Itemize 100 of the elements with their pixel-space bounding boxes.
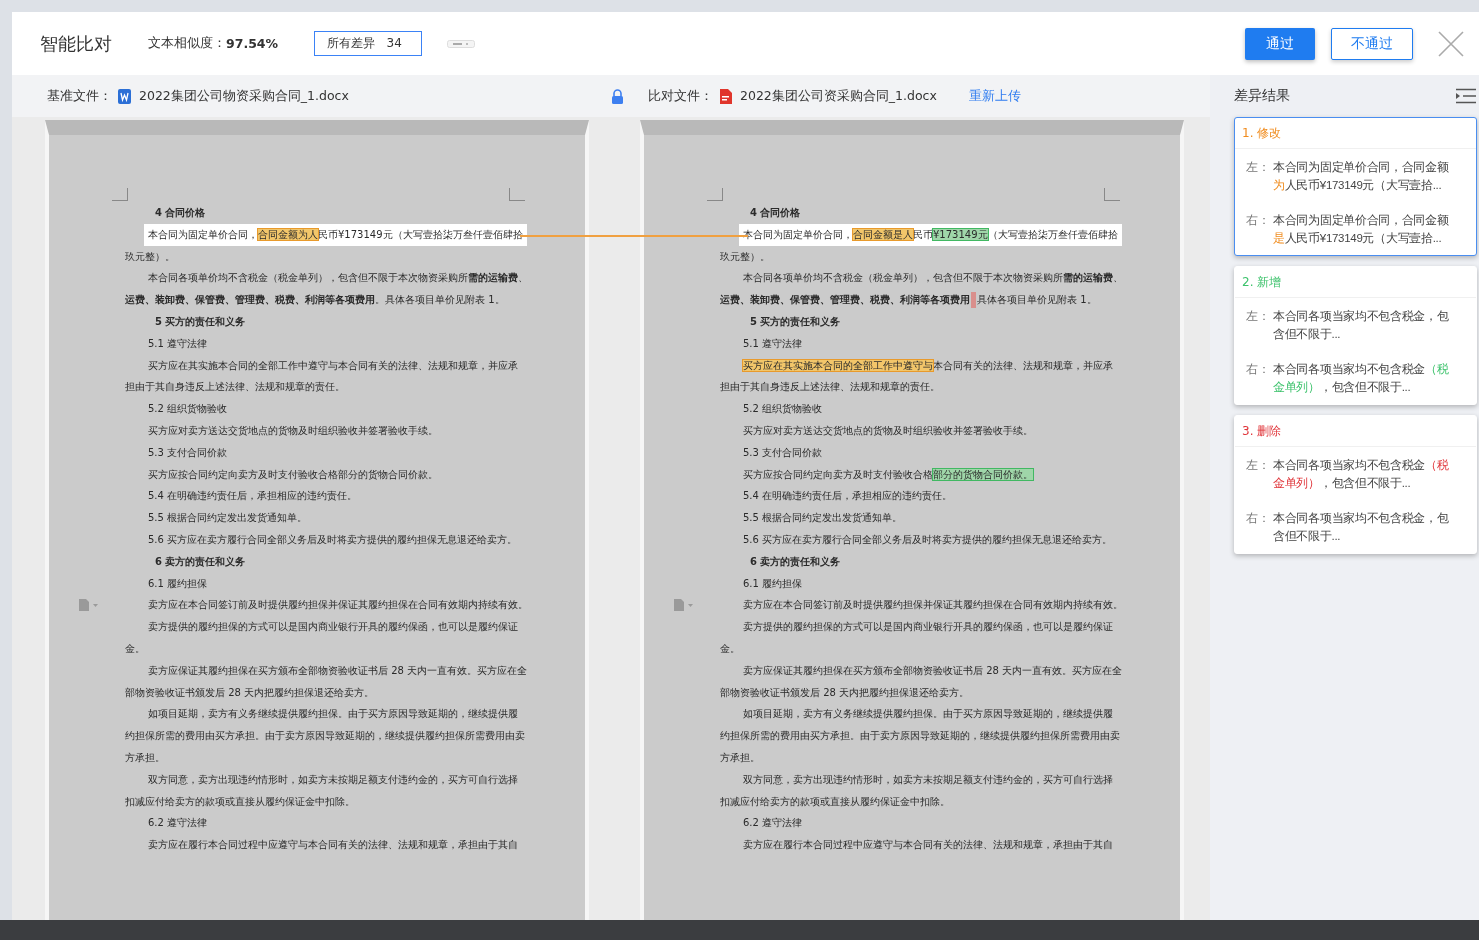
document-text: 5.2 组织货物验收 bbox=[148, 403, 228, 415]
document-text: 5.3 支付合同价款 bbox=[148, 446, 228, 458]
difference-text: 本合同各项当家均不包含税金（税金单列），包含但不限于... bbox=[1273, 362, 1449, 395]
reupload-link[interactable]: 重新上传 bbox=[968, 87, 1021, 105]
document-text: 5.3 支付合同价款 bbox=[743, 446, 823, 458]
diff-highlight: 买方应在其实施本合同的全部工作中遵守与 bbox=[743, 359, 933, 371]
document-text: 双方同意，卖方出现违约情形时，如卖方未按期足额支付违约金的，买方可自行选择 bbox=[148, 773, 518, 785]
document-text: 卖方应在履行本合同过程中应遵守与本合同有关的法律、法规和规章，承担由于其自 bbox=[743, 839, 1113, 851]
document-text: 卖方提供的履约担保的方式可以是国内商业银行开具的履约保函，也可以是履约保证 bbox=[743, 621, 1113, 633]
difference-text: 本合同各项当家均不包含税金（税金单列），包含但不限于... bbox=[1273, 458, 1449, 491]
difference-title: 1. 修改 bbox=[1235, 118, 1476, 149]
side-label: 左： bbox=[1246, 160, 1271, 175]
results-title: 差异结果 bbox=[1234, 87, 1290, 105]
side-label: 右： bbox=[1246, 362, 1271, 377]
document-text: 5.1 遵守法律 bbox=[148, 337, 208, 349]
reject-button[interactable]: 不通过 bbox=[1331, 27, 1413, 60]
document-text: 具体各项目单价见附表 1。 bbox=[977, 294, 1097, 306]
document-text: 买方应在其实施本合同的全部工作中遵守与本合同有关的法律、法规和规章，并应承 bbox=[148, 359, 518, 371]
document-text: 部物资验收证书颁发后 28 天内把履约担保退还给卖方。 bbox=[125, 686, 375, 698]
document-text: 6.2 遵守法律 bbox=[148, 817, 208, 829]
approve-button[interactable]: 通过 bbox=[1245, 27, 1315, 60]
difference-filter[interactable]: 所有差异 34 bbox=[314, 31, 423, 56]
document-text: 运费、装卸费、保管费、管理费、税费、利润等各项费用 bbox=[720, 294, 970, 306]
document-text: 5.4 在明确违约责任后，承担相应的违约责任。 bbox=[743, 490, 953, 502]
page-menu-icon[interactable] bbox=[78, 598, 100, 612]
page-menu-icon[interactable] bbox=[673, 598, 695, 612]
document-text: 扣减应付给卖方的款项或直接从履约保证金中扣除。 bbox=[125, 795, 355, 807]
word-file-icon bbox=[118, 88, 131, 104]
document-text: 6.2 遵守法律 bbox=[743, 817, 803, 829]
app-title: 智能比对 bbox=[40, 31, 112, 56]
document-text: 卖方应保证其履约担保在买方颁布全部物资验收证书后 28 天内一直有效。买方应在全 bbox=[148, 664, 528, 676]
diff-highlight: ¥173149元 bbox=[933, 228, 988, 240]
document-text: 6.1 履约担保 bbox=[148, 577, 208, 589]
side-label: 左： bbox=[1246, 309, 1271, 324]
document-text: 买方应对卖方送达交货地点的货物及时组织验收并签署验收手续。 bbox=[743, 424, 1033, 436]
document-text: 卖方提供的履约担保的方式可以是国内商业银行开具的履约保函，也可以是履约保证 bbox=[148, 621, 518, 633]
document-text: 6 卖方的责任和义务 bbox=[750, 555, 841, 567]
document-text: 本合同各项单价均不含税金（税金单列），包含但不限于本次物资采购所需的运输费、 bbox=[743, 272, 1123, 284]
difference-text: 本合同各项当家均不包含税金，包含但不限于... bbox=[1273, 511, 1449, 544]
crop-mark bbox=[707, 188, 723, 201]
document-text: 5.6 买方应在卖方履行合同全部义务后及时将卖方提供的履约担保无息退还给卖方。 bbox=[743, 533, 1113, 545]
document-text: 金。 bbox=[720, 642, 740, 654]
document-text: 担由于其自身违反上述法律、法规和规章的责任。 bbox=[125, 381, 345, 393]
toggle-icon[interactable] bbox=[447, 39, 476, 48]
base-file-label: 基准文件： bbox=[47, 87, 112, 105]
difference-title: 3. 删除 bbox=[1235, 416, 1476, 447]
document-text: 双方同意，卖方出现违约情形时，如卖方未按期足额支付违约金的，买方可自行选择 bbox=[743, 773, 1113, 785]
document-text: 买方应对卖方送达交货地点的货物及时组织验收并签署验收手续。 bbox=[148, 424, 438, 436]
document-text: 5 买方的责任和义务 bbox=[750, 316, 841, 327]
document-text: 方承担。 bbox=[720, 751, 760, 763]
list-icon[interactable] bbox=[1455, 88, 1477, 104]
document-text: 5.5 根据合同约定发出发货通知单。 bbox=[743, 512, 903, 524]
document-text: 如项目延期，卖方有义务继续提供履约担保。由于买方原因导致延期的，继续提供履 bbox=[148, 708, 518, 720]
document-text: 如项目延期，卖方有义务继续提供履约担保。由于买方原因导致延期的，继续提供履 bbox=[743, 708, 1113, 720]
document-text: 玖元整）。 bbox=[720, 250, 770, 262]
document-text: 玖元整）。 bbox=[125, 250, 175, 262]
document-text: （大写壹拾柒万叁仟壹佰肆拾 bbox=[987, 228, 1118, 240]
diff-highlight: 合同金额是人 bbox=[853, 228, 913, 240]
difference-card[interactable]: 3. 删除 左： 本合同各项当家均不包含税金（税金单列），包含但不限于... 右： 本合同各项当家均不包含税金，包含但不限于... bbox=[1234, 415, 1477, 554]
document-text: 本合同各项单价均不含税金（税金单列），包含但不限于本次物资采购所需的运输费、 bbox=[148, 272, 528, 284]
side-label: 右： bbox=[1246, 511, 1271, 526]
document-text: 本合同为固定单价合同， bbox=[148, 228, 258, 240]
compare-file-name: 2022集团公司资采购合同_1.docx bbox=[740, 87, 937, 105]
document-text: 方承担。 bbox=[125, 751, 165, 763]
base-file-name: 2022集团公司物资采购合同_1.docx bbox=[139, 87, 349, 105]
document-text: 5.2 组织货物验收 bbox=[743, 403, 823, 415]
document-text: 卖方应在履行本合同过程中应遵守与本合同有关的法律、法规和规章，承担由于其自 bbox=[148, 839, 518, 851]
diff-highlight: 部分的货物合同价款。 bbox=[933, 468, 1033, 480]
document-text: 5.4 在明确违约责任后，承担相应的违约责任。 bbox=[148, 490, 358, 502]
crop-mark bbox=[509, 188, 525, 201]
document-text: 6.1 履约担保 bbox=[743, 577, 803, 589]
side-label: 左： bbox=[1246, 458, 1271, 473]
document-text: 买方应按合同约定向卖方及时支付验收合格部分的货物合同价款。 bbox=[148, 468, 438, 480]
difference-card[interactable]: 1. 修改 左： 本合同为固定单价合同，合同金额 为人民币¥173149元（大写壹拾... 右： 本合同为固定单价合同，合同金额 是人民币¥173149元（大写壹拾... bbox=[1234, 117, 1477, 256]
difference-title: 2. 新增 bbox=[1235, 267, 1476, 298]
difference-text: 本合同各项当家均不包含税金，包含但不限于... bbox=[1273, 309, 1449, 342]
document-text: 5.5 根据合同约定发出发货通知单。 bbox=[148, 512, 308, 524]
document-text: 担由于其自身违反上述法律、法规和规章的责任。 bbox=[720, 381, 940, 393]
document-text: 部物资验收证书颁发后 28 天内把履约担保退还给卖方。 bbox=[720, 686, 970, 698]
similarity-value: 97.54% bbox=[226, 36, 279, 51]
document-text: 4 合同价格 bbox=[155, 207, 206, 218]
side-label: 右： bbox=[1246, 213, 1271, 228]
document-text: 约担保所需的费用由买方承担。由于卖方原因导致延期的，继续提供履约担保所需费用由卖 bbox=[125, 730, 525, 742]
crop-mark bbox=[1104, 188, 1120, 201]
close-icon[interactable] bbox=[1437, 29, 1465, 58]
compare-file-label: 比对文件： bbox=[648, 87, 713, 105]
document-text: 卖方应保证其履约担保在买方颁布全部物资验收证书后 28 天内一直有效。买方应在全 bbox=[743, 664, 1123, 676]
document-text: 5 买方的责任和义务 bbox=[155, 316, 246, 327]
diff-highlight: 合同金额为人 bbox=[258, 228, 318, 240]
document-text: 约担保所需的费用由买方承担。由于卖方原因导致延期的，继续提供履约担保所需费用由卖 bbox=[720, 730, 1120, 742]
pdf-file-icon bbox=[719, 88, 732, 104]
document-text: 卖方应在本合同签订前及时提供履约担保并保证其履约担保在合同有效期内持续有效。 bbox=[148, 599, 528, 611]
document-text: 扣减应付给卖方的款项或直接从履约保证金中扣除。 bbox=[720, 795, 950, 807]
document-text: 金。 bbox=[125, 642, 145, 654]
difference-text: 本合同为固定单价合同，合同金额 为人民币¥173149元（大写壹拾... bbox=[1273, 160, 1449, 193]
document-text: 5.6 买方应在卖方履行合同全部义务后及时将卖方提供的履约担保无息退还给卖方。 bbox=[148, 533, 518, 545]
document-text: 6 卖方的责任和义务 bbox=[155, 555, 246, 567]
difference-card[interactable]: 2. 新增 左： 本合同各项当家均不包含税金，包含但不限于... 右： 本合同各项当家均不包含税金（税金单列），包含但不限于... bbox=[1234, 266, 1477, 405]
lock-icon[interactable] bbox=[611, 88, 624, 104]
similarity-label: 文本相似度： bbox=[148, 35, 226, 52]
